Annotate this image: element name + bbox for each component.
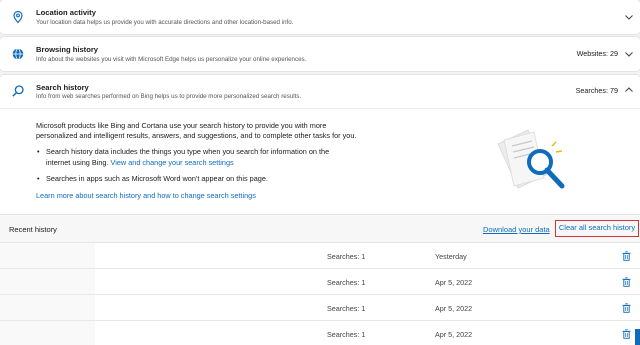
row-searches: Searches: 1 — [327, 278, 366, 287]
view-search-settings-link[interactable]: View and change your search settings — [111, 158, 234, 167]
row-date: Apr 5, 2022 — [435, 330, 473, 339]
row-date: Yesterday — [435, 252, 467, 261]
location-title: Location activity — [36, 8, 96, 17]
browsing-title: Browsing history — [36, 45, 99, 54]
table-row[interactable]: Searches: 1 Apr 5, 2022 — [0, 321, 640, 345]
row-query-pane — [0, 295, 95, 320]
trash-icon[interactable] — [622, 277, 631, 287]
row-searches: Searches: 1 — [327, 252, 366, 261]
clear-all-search-history-button[interactable]: Clear all search history — [555, 220, 639, 237]
location-pin-icon — [13, 10, 23, 24]
recent-history-title: Recent history — [9, 225, 57, 234]
row-searches: Searches: 1 — [327, 330, 366, 339]
row-query-pane — [0, 269, 95, 294]
location-activity-card[interactable]: Location activity Your location data hel… — [0, 0, 640, 34]
browsing-history-card[interactable]: Browsing history Info about the websites… — [0, 37, 640, 71]
divider — [0, 108, 640, 109]
trash-icon[interactable] — [622, 251, 631, 261]
trash-icon[interactable] — [622, 303, 631, 313]
bullet-dot: • — [37, 174, 40, 183]
search-icon — [12, 85, 24, 97]
intro-line-1: Microsoft products like Bing and Cortana… — [36, 121, 327, 130]
search-title: Search history — [36, 83, 89, 92]
trash-icon[interactable] — [622, 329, 631, 339]
row-searches: Searches: 1 — [327, 304, 366, 313]
intro-line-2: personalized and intelligent results, an… — [36, 131, 357, 140]
browsing-description: Info about the websites you visit with M… — [36, 56, 307, 63]
row-date: Apr 5, 2022 — [435, 304, 473, 313]
row-query-pane — [0, 321, 95, 345]
globe-icon — [12, 48, 24, 60]
location-description: Your location data helps us provide you … — [36, 19, 294, 26]
chevron-down-icon[interactable] — [624, 12, 634, 22]
bullet-dot: • — [37, 147, 40, 156]
websites-count: Websites: 29 — [576, 49, 618, 58]
table-row[interactable]: Searches: 1 Apr 5, 2022 — [0, 269, 640, 295]
bullet-1-text: internet using Bing. — [46, 158, 111, 167]
bullet-1-line-1: Search history data includes the things … — [46, 147, 330, 156]
row-date: Apr 5, 2022 — [435, 278, 473, 287]
learn-more-link[interactable]: Learn more about search history and how … — [36, 191, 256, 202]
search-illustration — [497, 129, 565, 189]
search-history-card: Search history Info from web searches pe… — [0, 75, 640, 215]
feedback-tab[interactable] — [635, 329, 640, 345]
chevron-up-icon[interactable] — [624, 85, 634, 95]
table-row[interactable]: Searches: 1 Yesterday — [0, 243, 640, 269]
download-data-button[interactable]: Download your data — [483, 225, 550, 234]
chevron-down-icon[interactable] — [624, 49, 634, 59]
recent-history-section: Recent history Download your data Clear … — [0, 215, 640, 345]
bullet-1-line-2: internet using Bing. View and change you… — [46, 158, 234, 169]
searches-count: Searches: 79 — [575, 86, 618, 95]
bullet-2: Searches in apps such as Microsoft Word … — [46, 174, 268, 183]
table-row[interactable]: Searches: 1 Apr 5, 2022 — [0, 295, 640, 321]
row-query-pane — [0, 243, 95, 268]
search-description: Info from web searches performed on Bing… — [36, 93, 302, 100]
